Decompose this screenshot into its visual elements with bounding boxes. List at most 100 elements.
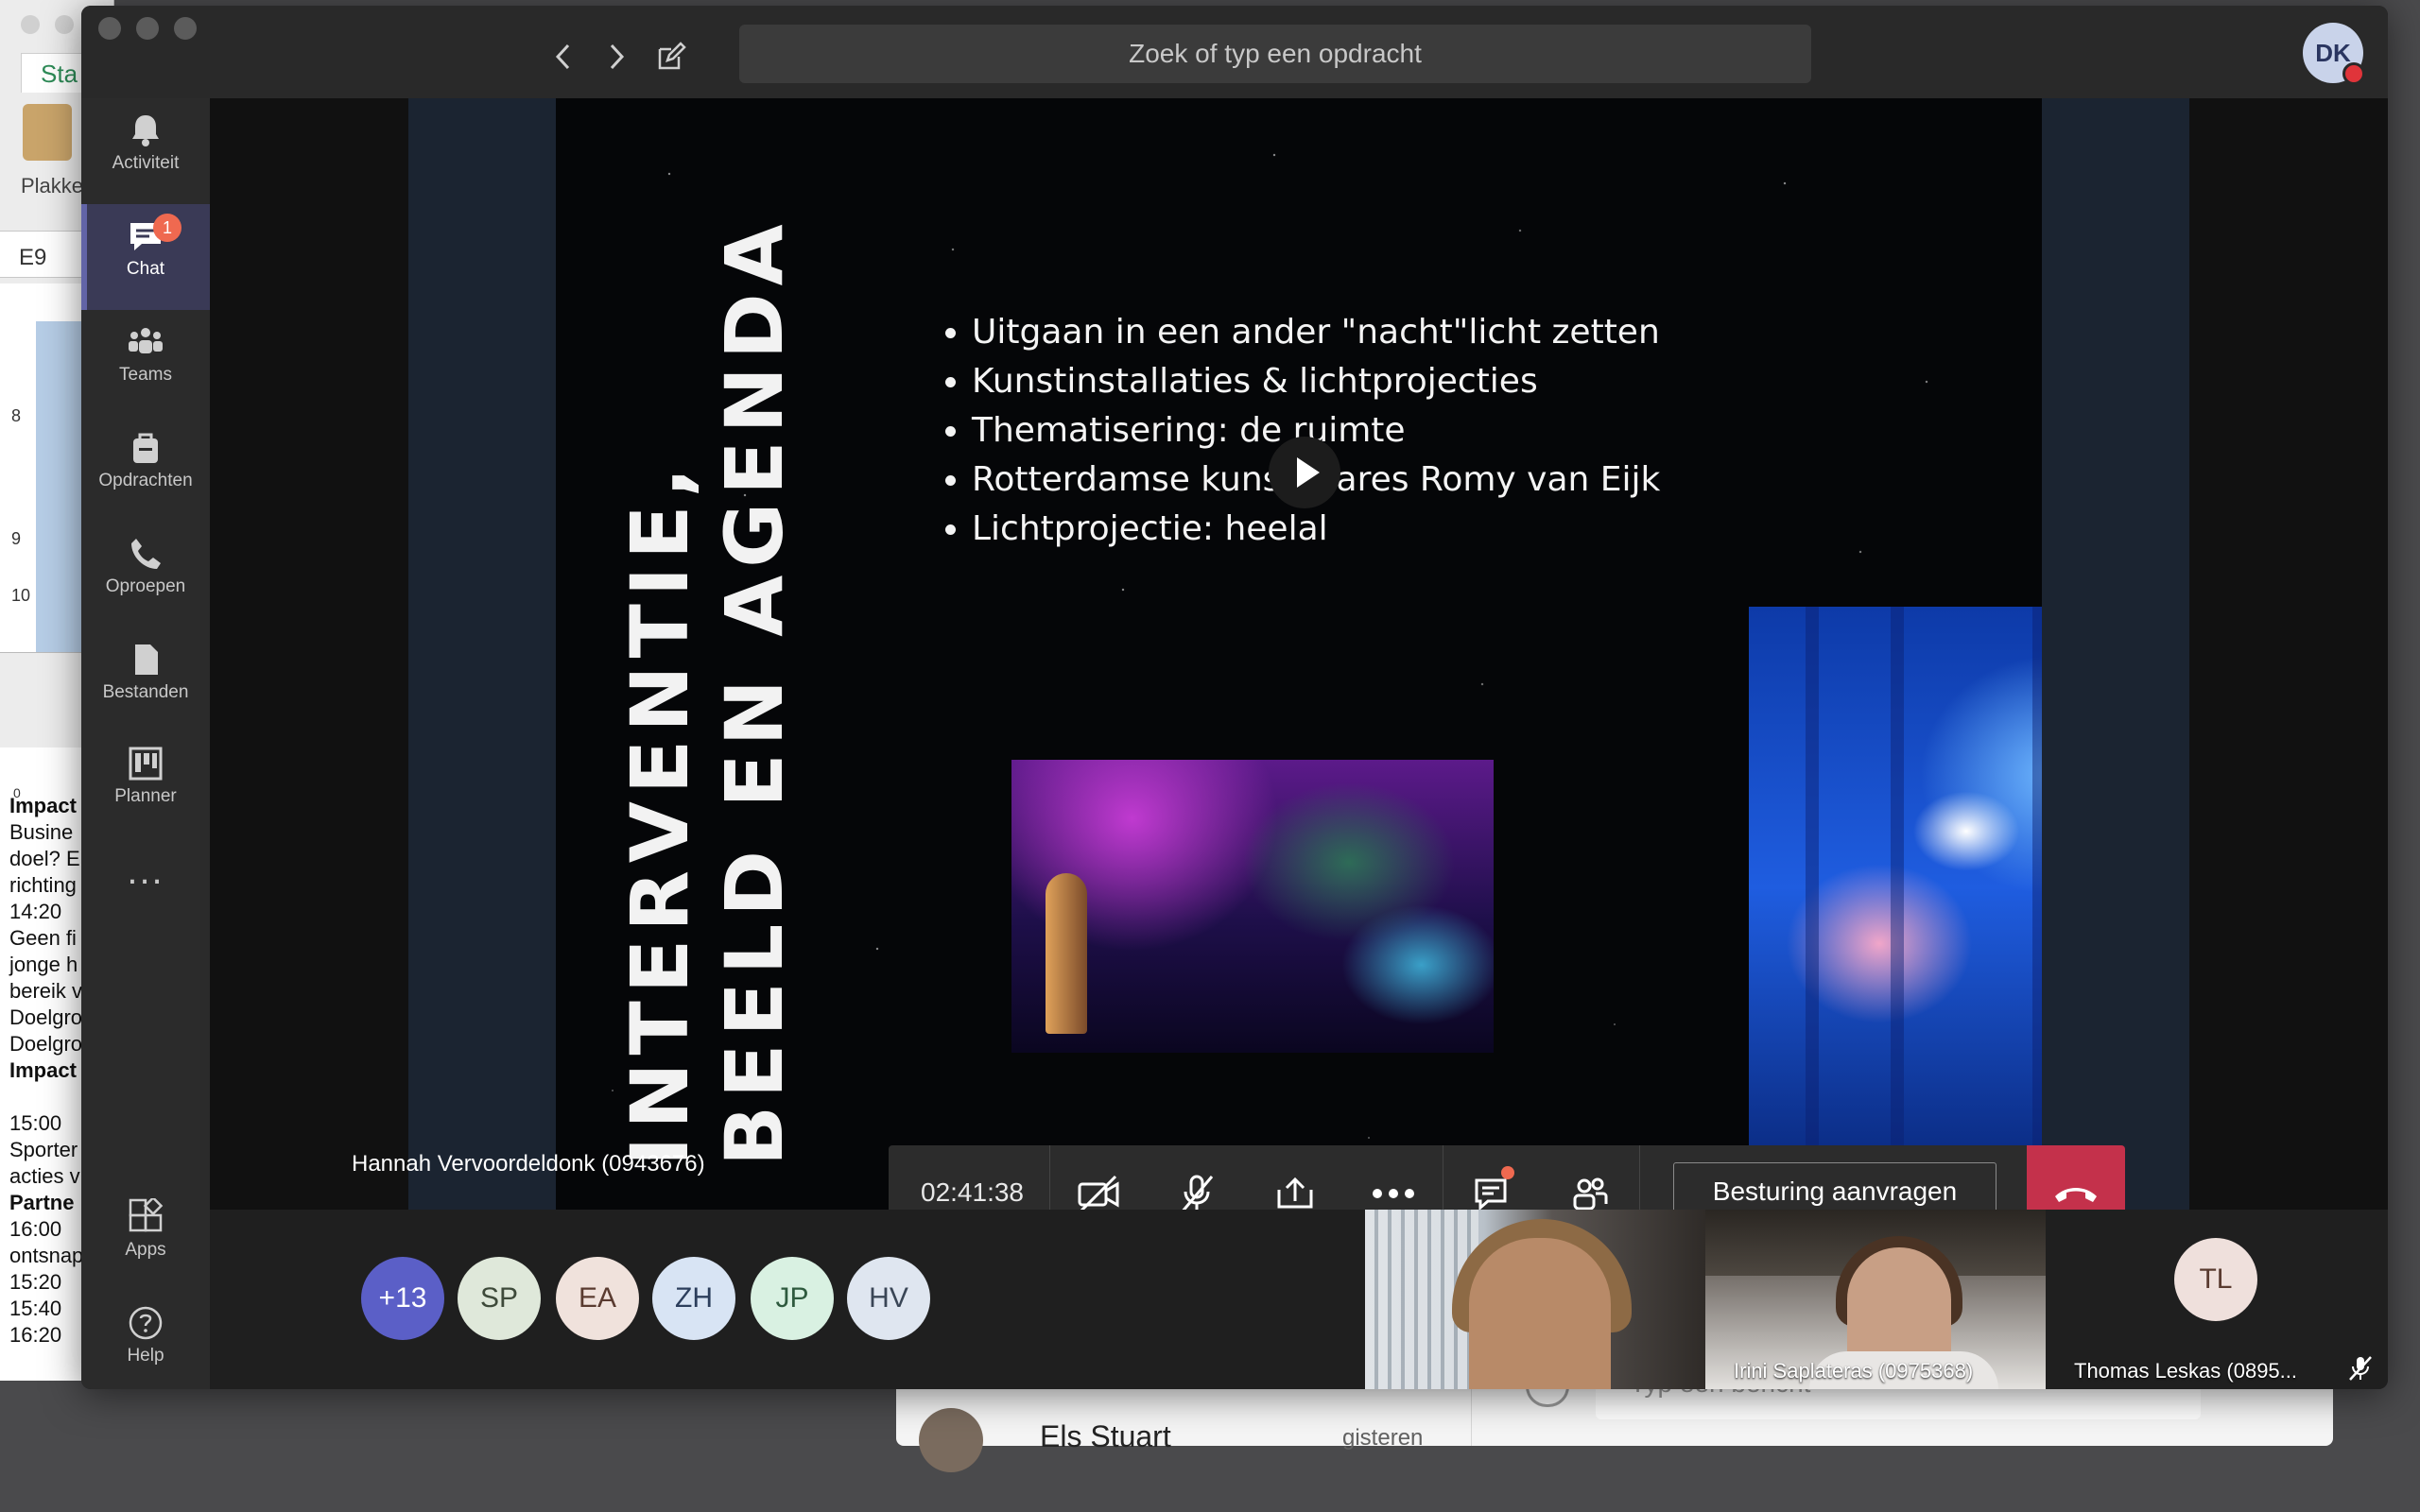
nav-apps[interactable]: Apps xyxy=(81,1185,210,1291)
chat-contact-name[interactable]: Els Stuart xyxy=(1040,1419,1171,1454)
nav-help-label: Help xyxy=(127,1346,164,1366)
maximize-window-button[interactable] xyxy=(174,17,197,40)
help-icon xyxy=(129,1306,163,1340)
window-close-dot xyxy=(21,15,40,34)
row-number: 10 xyxy=(11,586,31,605)
nav-files[interactable]: Bestanden xyxy=(81,627,210,733)
forward-button[interactable] xyxy=(597,38,635,76)
participant-avatar[interactable]: ZH xyxy=(652,1257,735,1340)
document-line: Impact xyxy=(9,794,77,817)
stage-border-right xyxy=(2042,98,2189,1210)
window-minimize-dot xyxy=(55,15,74,34)
slide-bullet: Uitgaan in een ander "nacht"licht zetten xyxy=(972,308,1660,357)
slide-title-line-2: BEELD EN AGENDA xyxy=(708,216,801,1166)
nav-assignments[interactable]: Opdrachten xyxy=(81,416,210,522)
app-rail: Activiteit Chat 1 Teams Opdrachten Oproe… xyxy=(81,98,210,1389)
phone-icon xyxy=(131,539,161,569)
nav-chat[interactable]: Chat 1 xyxy=(81,204,210,310)
participant-video[interactable]: Irini Saplateras (0975368) xyxy=(1705,1210,2046,1389)
planner-icon xyxy=(129,747,163,781)
document-line: richting xyxy=(9,873,77,897)
nav-activity[interactable]: Activiteit xyxy=(81,98,210,204)
participant-video[interactable] xyxy=(1365,1210,1705,1389)
call-timer: 02:41:38 xyxy=(921,1177,1024,1207)
file-icon xyxy=(135,644,158,675)
participant-tile[interactable]: TL Thomas Leskas (0895... xyxy=(2046,1210,2388,1389)
chevron-right-icon xyxy=(610,43,625,70)
document-text[interactable]: Impact Busine doel? E richting 14:20 Geen fi j… xyxy=(9,793,83,1349)
document-line: Doelgro xyxy=(9,1032,83,1056)
shared-screen[interactable]: INTERVENTIE, BEELD EN AGENDA Uitgaan in … xyxy=(210,98,2388,1242)
nav-help[interactable]: Help xyxy=(81,1291,210,1389)
close-window-button[interactable] xyxy=(98,17,121,40)
bell-icon xyxy=(132,115,159,146)
new-chat-button[interactable] xyxy=(652,38,690,76)
document-line: 15:20 xyxy=(9,1270,62,1294)
document-line: Geen fi xyxy=(9,926,77,950)
slide-bullet: Kunstinstallaties & lichtprojecties xyxy=(972,357,1660,406)
nav-calls-label: Oproepen xyxy=(105,576,186,596)
teams-icon xyxy=(129,328,163,353)
document-line: 14:20 xyxy=(9,900,62,923)
light-projection-photo xyxy=(1749,607,2042,1168)
title-bar: Zoek of typ een opdracht DK xyxy=(81,6,2388,98)
compose-icon xyxy=(658,42,686,70)
background-chat-window: Els Stuart gisteren Typ een bericht xyxy=(896,1370,2333,1472)
participant-avatar[interactable]: HV xyxy=(847,1257,930,1340)
chevron-left-icon xyxy=(555,43,570,70)
document-line: jonge h xyxy=(9,953,78,976)
mic-off-icon xyxy=(1180,1175,1214,1213)
nav-teams[interactable]: Teams xyxy=(81,310,210,416)
sculpture-figure xyxy=(1046,873,1087,1034)
nav-apps-label: Apps xyxy=(125,1240,166,1260)
avatar xyxy=(919,1408,983,1472)
play-icon[interactable] xyxy=(1269,437,1340,508)
participant-face xyxy=(1469,1238,1611,1389)
nav-planner[interactable]: Planner xyxy=(81,731,210,837)
document-line: 16:20 xyxy=(9,1323,62,1347)
search-input[interactable]: Zoek of typ een opdracht xyxy=(739,25,1811,83)
nav-teams-label: Teams xyxy=(119,365,172,385)
minimize-window-button[interactable] xyxy=(136,17,159,40)
more-icon: ... xyxy=(127,850,164,892)
user-initials: DK xyxy=(2315,39,2351,67)
nav-more[interactable]: ... xyxy=(81,845,210,911)
document-line: 16:00 xyxy=(9,1217,62,1241)
assignments-icon xyxy=(133,433,158,463)
hang-up-icon xyxy=(2055,1188,2097,1202)
art-installation-photo xyxy=(1011,760,1494,1053)
unread-badge: 1 xyxy=(153,214,182,242)
mic-off-icon xyxy=(2349,1356,2372,1381)
document-line: 15:00 xyxy=(9,1111,62,1135)
nav-assignments-label: Opdrachten xyxy=(98,471,193,490)
paste-label: Plakke xyxy=(21,174,84,198)
row-number: 9 xyxy=(11,529,22,548)
conversation-icon xyxy=(1475,1178,1507,1211)
participant-avatar[interactable]: JP xyxy=(751,1257,834,1340)
document-line: acties v xyxy=(9,1164,80,1188)
document-line: Busine xyxy=(9,820,74,844)
document-line: ontsnap xyxy=(9,1244,84,1267)
user-avatar[interactable]: DK xyxy=(2303,23,2365,85)
divider xyxy=(1471,1382,1472,1446)
nav-chat-label: Chat xyxy=(126,259,165,279)
participant-avatar[interactable]: SP xyxy=(458,1257,541,1340)
paste-icon[interactable] xyxy=(23,104,72,161)
back-button[interactable] xyxy=(544,38,582,76)
status-busy-icon xyxy=(2342,62,2365,85)
participants-strip: +13 SP EA ZH JP HV Irini Saplateras (097… xyxy=(210,1210,2388,1389)
participant-avatar: TL xyxy=(2174,1238,2257,1321)
new-message-dot xyxy=(1501,1166,1514,1179)
participant-avatar[interactable]: EA xyxy=(556,1257,639,1340)
nav-files-label: Bestanden xyxy=(102,682,189,702)
participants-icon xyxy=(1573,1177,1608,1211)
presenter-name: Hannah Vervoordeldonk (0943676) xyxy=(352,1151,705,1177)
slide-title-line-1: INTERVENTIE, xyxy=(614,459,706,1166)
document-line: Sporter xyxy=(9,1138,78,1161)
nav-calls[interactable]: Oproepen xyxy=(81,522,210,627)
more-participants-button[interactable]: +13 xyxy=(361,1257,444,1340)
row-number: 8 xyxy=(11,406,22,425)
document-line: bereik v xyxy=(9,979,83,1003)
stage-border-left xyxy=(408,98,556,1210)
arch-rib xyxy=(1891,607,1904,1168)
